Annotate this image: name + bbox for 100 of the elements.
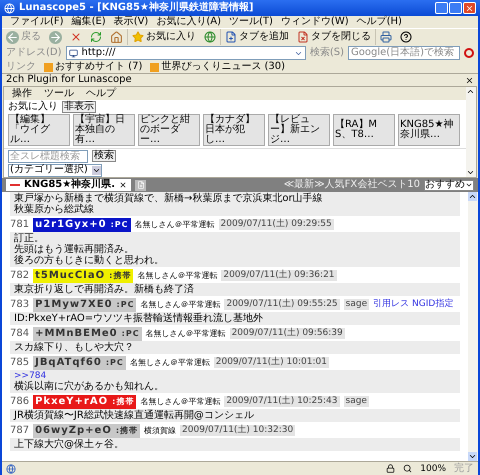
post-id[interactable]: 06wyZp+eO :携帯: [33, 424, 140, 438]
address-label: アドレス(D): [6, 47, 62, 59]
help-icon[interactable]: [400, 31, 412, 43]
menu-item[interactable]: 表示(V): [114, 16, 148, 28]
search-button[interactable]: 検索: [92, 150, 116, 162]
maximize-button[interactable]: [449, 2, 462, 14]
scrollbar[interactable]: [468, 192, 478, 461]
favorite-thread-button[interactable]: 【編集】「ウイグル…: [8, 114, 70, 146]
window-title: Lunascope5 - [KNG85★神奈川県鉄道障害情報]: [19, 2, 254, 14]
home-icon[interactable]: [110, 30, 123, 44]
refresh-icon[interactable]: [90, 31, 102, 43]
menu-item[interactable]: ツール(T): [229, 16, 273, 28]
folder-icon: [44, 62, 53, 72]
app-icon: [4, 2, 15, 14]
post-body: ID:PkxeY+rAO=ウソツキ振替輸送情報垂れ流し基地外: [10, 312, 460, 325]
post-number: 783: [10, 299, 30, 310]
menu-item[interactable]: 編集(E): [72, 16, 106, 28]
globe-icon[interactable]: [204, 31, 216, 43]
post-date: 2009/07/11(土) 10:25:43: [224, 396, 340, 407]
post-date: 2009/07/11(土) 09:55:25: [224, 299, 340, 310]
favorite-thread-button[interactable]: 【レビュー】新エンジ…: [268, 114, 330, 146]
favorite-thread-button[interactable]: ピンクと紺のボーダー…: [138, 114, 200, 146]
add-tab-icon: [225, 31, 237, 43]
anchor-link[interactable]: >>784: [14, 371, 46, 381]
favorite-thread-button[interactable]: 【RA】MS、T8…: [333, 114, 395, 146]
post-id[interactable]: PkxeY+rAO :携帯: [33, 394, 136, 408]
new-tab-icon[interactable]: [135, 180, 146, 190]
post-date: 2009/07/11(土) 10:32:30: [180, 425, 296, 436]
dropdown-icon: [92, 166, 101, 174]
post-id[interactable]: u2r1Gyx+0 :PC: [33, 218, 131, 232]
post-name: 名無しさん＠平常運転: [146, 328, 226, 339]
search-field[interactable]: Google(日本語)で検索: [348, 46, 460, 60]
close-icon: [465, 4, 474, 12]
post-id[interactable]: JBqATqf60 :PC: [33, 356, 126, 370]
post-number: 787: [10, 425, 30, 436]
post-id[interactable]: t5MucCIaO :携帯: [33, 268, 134, 282]
close-button[interactable]: [463, 2, 476, 14]
status-text: 完了: [454, 462, 474, 474]
lock-icon: [386, 464, 396, 473]
quote-link[interactable]: 引用レス NGID指定: [373, 299, 454, 310]
sage-label: sage: [344, 396, 369, 407]
post-name: 名無しさん＠平常運転: [140, 396, 220, 407]
favorite-thread-button[interactable]: KNG85★神奈川県…: [398, 114, 460, 146]
close-icon[interactable]: [465, 76, 474, 84]
ad-select[interactable]: おすすめ: [424, 180, 474, 190]
post-body: 東戸塚から新橋まで横須賀線で、新橋→秋葉原まで京浜東北or山手線 秋葉原から総武線: [10, 192, 460, 216]
menu-item[interactable]: ヘルプ(H): [356, 16, 402, 28]
scroll-up-icon[interactable]: [466, 87, 475, 96]
minimize-button[interactable]: [435, 2, 448, 14]
thread-tab[interactable]: KNG85★神奈川県.: [6, 179, 132, 191]
menu-item[interactable]: 操作: [12, 88, 32, 100]
menu-item[interactable]: ヘルプ: [86, 88, 116, 100]
folder-icon: [150, 62, 160, 72]
post-date: 2009/07/11(土) 09:29:55: [218, 219, 334, 230]
scroll-up-icon[interactable]: [468, 192, 477, 201]
menu-item[interactable]: ウィンドウ(W): [280, 16, 349, 28]
post-name: 名無しさん＠平常運転: [130, 357, 210, 368]
favorite-thread-button[interactable]: 【カナダ】日本が犯し…: [203, 114, 265, 146]
stop-icon[interactable]: [70, 31, 82, 43]
post-number: 782: [10, 270, 30, 281]
close-icon[interactable]: [119, 181, 128, 189]
post-name: 名無しさん＠平常運転: [134, 219, 215, 230]
favorites-label: お気に入り: [8, 101, 58, 113]
favorites-button[interactable]: お気に入り: [132, 31, 196, 43]
close-tab-button[interactable]: タブを閉じる: [297, 31, 371, 43]
post-number: 784: [10, 328, 30, 339]
dropdown-icon: [465, 181, 473, 189]
address-value: http:///: [82, 47, 116, 59]
post-body: 訂正。 先頭はもう運転再開済み。 後ろの方もじきに動くと思われ。: [10, 232, 460, 267]
plugin-title: 2ch Plugin for Lunascope: [6, 74, 133, 86]
scroll-down-icon[interactable]: [466, 168, 475, 177]
post-name: 名無しさん＠平常運転: [140, 299, 220, 310]
menu-item[interactable]: ツール: [44, 88, 74, 100]
zoom-icon[interactable]: [403, 464, 412, 473]
post-id[interactable]: +MMnBEMe0 :PC: [33, 326, 142, 340]
post-body: 上下線大穴@保土ヶ谷。: [10, 438, 460, 451]
post-body: >>784 横浜以南に穴があるかも知れん。: [10, 370, 460, 393]
post-id[interactable]: P1Myw7XE0 :PC: [33, 298, 136, 312]
post-body: 東京折り返しで再開済み。新橋も終了済: [10, 283, 460, 296]
address-field[interactable]: http:///: [66, 46, 306, 60]
favorite-thread-button[interactable]: 【宇宙】日本独自の有…: [73, 114, 135, 146]
menu-item[interactable]: ファイル(F): [10, 16, 64, 28]
close-tab-icon: [297, 31, 309, 43]
hide-button[interactable]: 非表示: [62, 101, 96, 113]
post-name: 横須賀線: [144, 425, 176, 436]
menu-item[interactable]: お気に入り(A): [156, 16, 221, 28]
add-tab-button[interactable]: タブを追加: [225, 31, 289, 43]
post-body: スカ線下り、もしや大穴？: [10, 341, 460, 354]
zoom-level[interactable]: 100%: [420, 462, 446, 474]
post-date: 2009/07/11(土) 09:56:39: [230, 328, 345, 339]
category-select[interactable]: (カテゴリー選択): [8, 164, 102, 176]
post-number: 781: [10, 219, 30, 230]
search-label: 検索(S): [310, 47, 344, 59]
forward-icon[interactable]: [49, 30, 62, 44]
print-icon[interactable]: [380, 31, 392, 43]
scroll-down-icon[interactable]: [468, 452, 477, 461]
post-number: 786: [10, 396, 30, 407]
post-number: 785: [10, 357, 30, 368]
sage-label: sage: [344, 299, 370, 310]
scrollbar[interactable]: [466, 87, 476, 177]
